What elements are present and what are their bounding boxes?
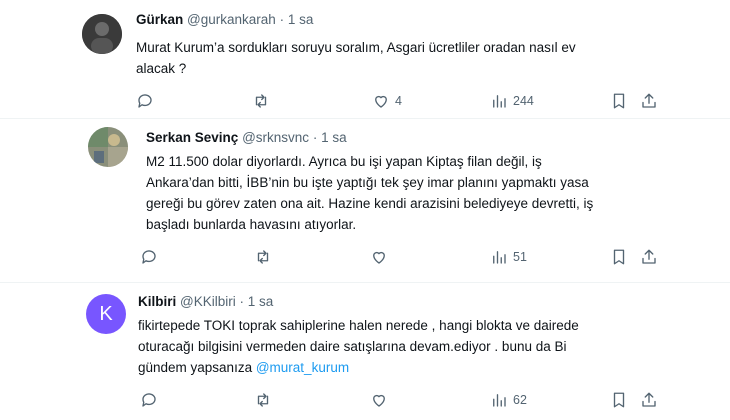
handle[interactable]: @gurkankarah <box>187 12 276 27</box>
like-button[interactable] <box>370 390 388 410</box>
reply-icon <box>142 250 156 264</box>
reply-button[interactable] <box>136 91 154 111</box>
retweet-button[interactable] <box>254 247 272 267</box>
timestamp[interactable]: 1 sa <box>288 12 314 27</box>
timestamp[interactable]: 1 sa <box>321 130 347 145</box>
bookmark-button[interactable] <box>610 91 628 111</box>
tweet-line: Ankara’dan bitti, İBB’nin bu işte yaptığ… <box>146 175 589 190</box>
tweet-line: oturacağı bilgisini vermeden daire satış… <box>138 339 567 354</box>
bookmark-button[interactable] <box>610 390 628 410</box>
avatar[interactable] <box>82 14 122 54</box>
views-button[interactable]: 51 <box>490 247 527 267</box>
avatar[interactable] <box>88 127 128 167</box>
views-count: 62 <box>513 393 527 407</box>
like-icon <box>373 251 385 264</box>
reply-button[interactable] <box>140 390 158 410</box>
separator-dot: · <box>279 12 285 27</box>
reply-icon <box>142 393 156 407</box>
like-icon <box>373 394 385 407</box>
tweet-line: başladı bunlarda havasını atıyorlar. <box>146 217 357 232</box>
display-name[interactable]: Serkan Sevinç <box>146 130 238 145</box>
like-count: 4 <box>395 94 402 108</box>
bookmark-icon <box>613 392 625 408</box>
tweet-line-text: gündem yapsanıza <box>138 360 256 375</box>
share-icon <box>642 249 656 264</box>
views-icon <box>493 95 506 108</box>
display-name[interactable]: Gürkan <box>136 12 183 27</box>
views-count: 51 <box>513 250 527 264</box>
handle[interactable]: @srknsvnc <box>242 130 309 145</box>
tweet-kilbiri[interactable]: K Kilbiri @KKilbiri · 1 sa fikirtepede T… <box>0 283 730 420</box>
views-icon <box>493 394 506 407</box>
tweet-line: gereği bu görev zaten ona ait. Hazine ke… <box>146 196 594 211</box>
tweet-gurkan[interactable]: Gürkan @gurkankarah · 1 sa Murat Kurum’a… <box>0 0 730 118</box>
share-button[interactable] <box>640 91 658 111</box>
share-button[interactable] <box>640 247 658 267</box>
tweet-line: Murat Kurum’a sordukları soruyu soralım,… <box>136 40 576 55</box>
tweet-line: alacak ? <box>136 61 187 76</box>
mention-link[interactable]: @murat_kurum <box>256 360 349 375</box>
separator-dot: · <box>239 294 245 309</box>
retweet-icon <box>257 250 269 264</box>
bookmark-icon <box>613 93 625 109</box>
handle[interactable]: @KKilbiri <box>180 294 236 309</box>
like-button[interactable]: 4 <box>372 91 402 111</box>
tweet-line: fikirtepede TOKI toprak sahiplerine hale… <box>138 318 579 333</box>
action-bar: 51 <box>140 247 670 267</box>
display-name[interactable]: Kilbiri <box>138 294 176 309</box>
retweet-icon <box>255 94 267 108</box>
bookmark-icon <box>613 249 625 265</box>
share-icon <box>642 93 656 108</box>
tweet-line: M2 11.500 dolar diyorlardı. Ayrıca bu iş… <box>146 154 542 169</box>
timestamp[interactable]: 1 sa <box>248 294 274 309</box>
reply-button[interactable] <box>140 247 158 267</box>
views-icon <box>493 251 506 264</box>
views-button[interactable]: 244 <box>490 91 534 111</box>
bookmark-button[interactable] <box>610 247 628 267</box>
action-bar: 4 244 <box>136 91 666 111</box>
tweet-text: fikirtepede TOKI toprak sahiplerine hale… <box>138 315 698 378</box>
retweet-button[interactable] <box>252 91 270 111</box>
share-icon <box>642 392 656 407</box>
views-count: 244 <box>513 94 534 108</box>
separator-dot: · <box>312 130 318 145</box>
views-button[interactable]: 62 <box>490 390 527 410</box>
like-icon <box>375 95 387 108</box>
retweet-button[interactable] <box>254 390 272 410</box>
action-bar: 62 <box>140 390 670 410</box>
avatar-letter: K <box>99 302 113 325</box>
tweet-serkan[interactable]: Serkan Sevinç @srknsvnc · 1 sa M2 11.500… <box>0 119 730 282</box>
retweet-icon <box>257 393 269 407</box>
tweet-text: M2 11.500 dolar diyorlardı. Ayrıca bu iş… <box>146 151 706 235</box>
reply-icon <box>138 94 152 108</box>
avatar[interactable]: K <box>86 294 126 334</box>
share-button[interactable] <box>640 390 658 410</box>
like-button[interactable] <box>370 247 388 267</box>
tweet-text: Murat Kurum’a sordukları soruyu soralım,… <box>136 37 696 79</box>
tweet-line: gündem yapsanıza @murat_kurum <box>138 357 698 378</box>
